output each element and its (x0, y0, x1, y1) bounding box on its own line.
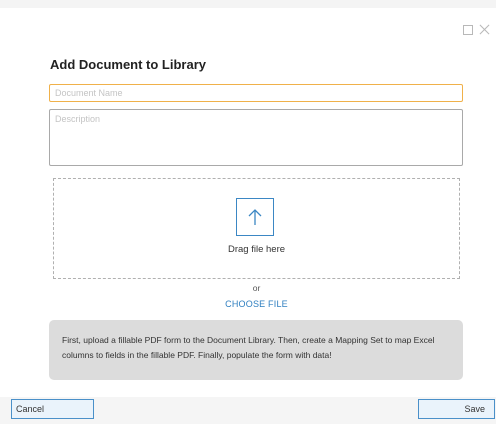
save-button[interactable]: Save (418, 399, 495, 419)
window-controls (463, 24, 490, 35)
cancel-button[interactable]: Cancel (11, 399, 94, 419)
instructions-panel: First, upload a fillable PDF form to the… (49, 320, 463, 380)
maximize-icon[interactable] (463, 24, 473, 35)
choose-file-link[interactable]: CHOOSE FILE (53, 299, 460, 309)
drag-file-text: Drag file here (227, 244, 286, 255)
dialog-top-strip (0, 0, 496, 8)
dialog-title: Add Document to Library (50, 57, 207, 72)
description-input[interactable] (49, 109, 463, 166)
instructions-text: First, upload a fillable PDF form to the… (62, 335, 435, 360)
or-separator: or (252, 283, 261, 293)
document-name-input[interactable] (49, 84, 463, 102)
add-document-dialog: Add Document to Library Drag file here o… (0, 0, 496, 424)
upload-arrow-glyph (248, 209, 262, 225)
upload-arrow-icon[interactable] (236, 198, 274, 236)
close-icon[interactable] (479, 24, 490, 35)
